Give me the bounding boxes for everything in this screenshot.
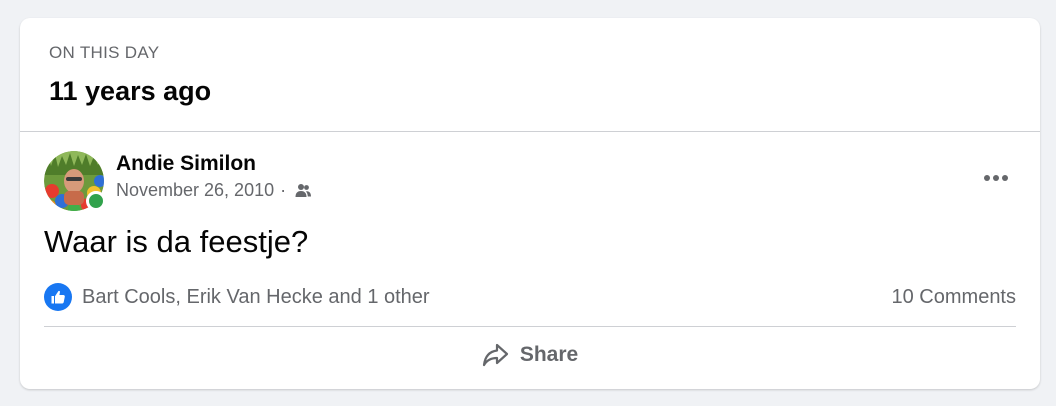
memory-header: ON THIS DAY 11 years ago [20,18,1040,132]
memory-eyebrow: ON THIS DAY [49,43,160,62]
memory-years-ago: 11 years ago [49,76,212,106]
actions-divider [44,326,1016,327]
post: Andie Similon November 26, 2010 · Waar i… [20,132,1040,389]
post-meta: November 26, 2010 · [116,180,312,201]
comments-count[interactable]: 10 Comments [892,286,1017,309]
share-button[interactable]: Share [44,330,1016,380]
more-options-icon [984,175,1008,181]
online-status-dot [86,191,106,211]
post-date[interactable]: November 26, 2010 [116,180,274,201]
post-text: Waar is da feestje? [44,224,309,259]
like-icon [44,283,72,311]
friends-icon[interactable] [294,182,312,200]
share-label: Share [519,343,579,366]
post-stats: Bart Cools, Erik Van Hecke and 1 other 1… [44,282,1016,312]
more-options-button[interactable] [976,160,1016,196]
author-avatar[interactable] [44,151,106,211]
reactions-summary[interactable]: Bart Cools, Erik Van Hecke and 1 other [44,283,430,311]
meta-separator: · [280,180,287,200]
share-arrow-icon [482,343,508,367]
memory-card: ON THIS DAY 11 years ago Andie Similon N… [20,18,1040,389]
reactions-text: Bart Cools, Erik Van Hecke and 1 other [82,285,430,308]
author-name[interactable]: Andie Similon [116,152,256,176]
